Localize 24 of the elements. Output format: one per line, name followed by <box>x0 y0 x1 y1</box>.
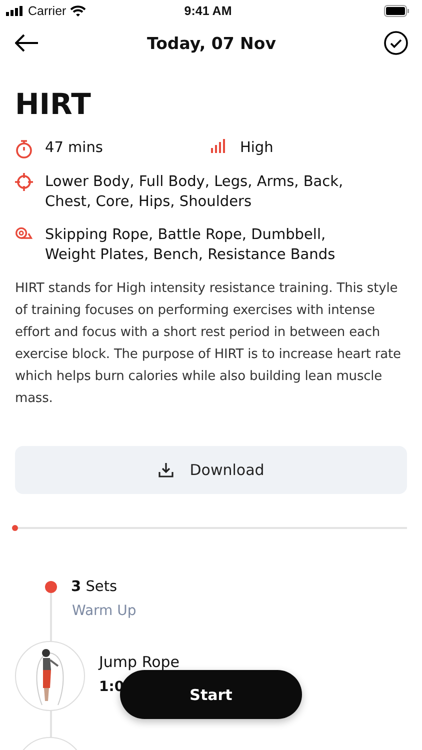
header-title: Today, 07 Nov <box>147 34 276 52</box>
meta-text: 47 mins <box>45 139 103 158</box>
meta-text: High <box>240 139 274 158</box>
block-name: Warm Up <box>72 603 138 619</box>
wifi-icon <box>70 5 86 17</box>
equipment-icon <box>15 226 33 242</box>
download-button[interactable]: Download <box>15 446 407 494</box>
signal-bars-icon <box>210 139 228 153</box>
checkmark-circle-icon[interactable] <box>384 31 408 55</box>
download-icon <box>158 462 174 478</box>
sets-count: 3 Sets <box>71 579 118 595</box>
cell-signal-icon <box>6 6 24 16</box>
battery-icon <box>384 5 410 17</box>
workout-description: HIRT stands for High intensity resistance training. This style of training focuses on performing exercises with intense effort and focus with a short rest period in between each exercise block. The purpose of HIRT is to increase heart rate which helps burn calories while also building lean muscle mass. <box>15 280 402 408</box>
back-arrow-icon[interactable] <box>15 34 39 52</box>
status-time: 9:41 AM <box>184 4 232 18</box>
crosshair-icon <box>15 173 33 191</box>
meta-text: Skipping Rope, Battle Rope, Dumbbell, Weight Plates, Bench, Resistance Bands <box>45 226 336 265</box>
timeline-dot <box>45 581 57 593</box>
stopwatch-icon <box>15 139 33 159</box>
meta-text: Lower Body, Full Body, Legs, Arms, Back, Chest, Core, Hips, Shoulders <box>45 173 344 212</box>
exercise-name: Jump Rope <box>99 653 180 671</box>
carrier-name: Carrier <box>28 4 66 18</box>
workout-title: HIRT <box>15 86 92 122</box>
